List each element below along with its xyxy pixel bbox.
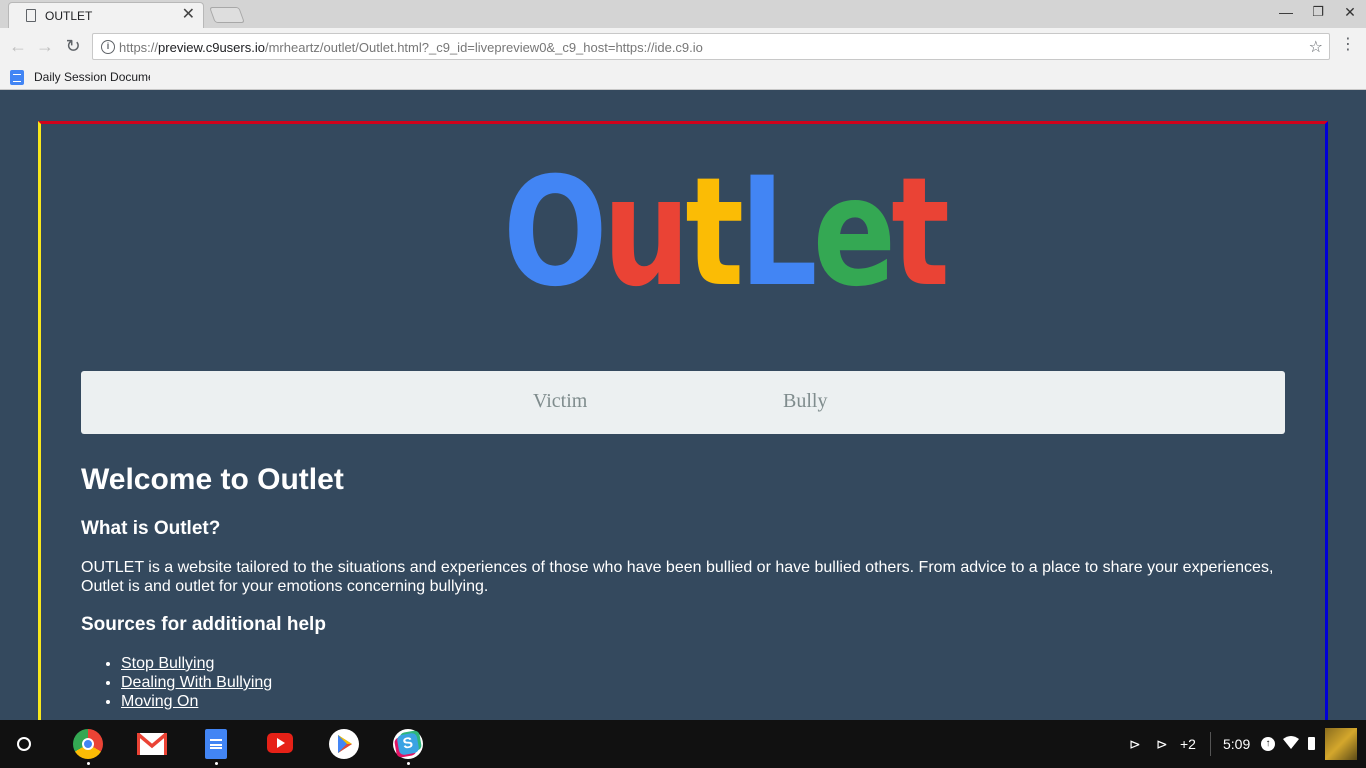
window-close-icon[interactable]: ✕ (1339, 4, 1361, 21)
url-scheme: https:// (119, 40, 159, 55)
nav-bar: Victim Bully (81, 371, 1285, 434)
new-tab-button[interactable] (209, 7, 245, 23)
nav-link-victim[interactable]: Victim (533, 390, 587, 413)
page-title: Welcome to Outlet (81, 463, 344, 496)
logo-letter: u (602, 146, 691, 320)
minimize-icon[interactable]: — (1275, 4, 1297, 20)
tab-close-icon[interactable]: ✕ (182, 6, 195, 24)
url-host: preview.c9users.io (158, 40, 265, 55)
battery-icon[interactable] (1308, 737, 1315, 750)
docs-icon (10, 70, 24, 85)
section-heading-what: What is Outlet? (81, 518, 221, 539)
bookmark-star-icon[interactable]: ☆ (1309, 37, 1323, 57)
link-stop-bullying[interactable]: Stop Bullying (121, 655, 214, 672)
tab-outlet[interactable]: OUTLET ✕ (8, 2, 204, 28)
list-item: Stop Bullying (121, 654, 1285, 673)
bookmarks-bar: Daily Session Document (0, 64, 1366, 90)
nav-link-bully[interactable]: Bully (783, 390, 827, 413)
launcher-icon[interactable] (17, 737, 31, 751)
logo-letter: O (503, 146, 608, 320)
notification-icon[interactable]: ⊳ (1156, 736, 1168, 753)
upload-icon[interactable]: ↑ (1261, 737, 1275, 751)
section-heading-sources: Sources for additional help (81, 614, 326, 635)
running-indicator (215, 762, 218, 765)
docs-icon[interactable] (205, 729, 227, 759)
play-store-icon[interactable] (329, 729, 359, 759)
url-text[interactable]: https://preview.c9users.io/mrheartz/outl… (119, 40, 703, 55)
logo-letter: e (812, 146, 896, 320)
document-icon (26, 9, 36, 22)
sources-list: Stop Bullying Dealing With Bullying Movi… (81, 654, 1285, 711)
reload-icon[interactable]: ↻ (63, 36, 83, 56)
os-shelf: S ⊳ ⊳ +2 5:09 ↑ (0, 720, 1366, 768)
forward-arrow-icon[interactable]: → (35, 36, 55, 56)
list-item: Moving On (121, 692, 1285, 711)
clock[interactable]: 5:09 (1223, 736, 1250, 752)
avatar[interactable] (1325, 728, 1357, 760)
main-content: Welcome to Outlet What is Outlet? OUTLET… (81, 463, 1285, 711)
outlet-logo: OutLet (503, 146, 950, 320)
description-text: OUTLET is a website tailored to the situ… (81, 559, 1274, 595)
cast-icon[interactable]: ⊳ (1129, 736, 1141, 753)
bookmark-label: Daily Session Document (34, 70, 150, 84)
back-arrow-icon[interactable]: ← (8, 36, 28, 56)
slack-icon[interactable]: S (393, 729, 423, 759)
page-viewport: OutLet Victim Bully Welcome to Outlet Wh… (0, 91, 1366, 720)
chrome-icon[interactable] (73, 729, 103, 759)
tab-title: OUTLET (45, 9, 93, 23)
gmail-icon[interactable] (137, 733, 167, 755)
menu-kebab-icon[interactable]: ⋮ (1340, 34, 1356, 54)
link-moving-on[interactable]: Moving On (121, 693, 198, 710)
browser-toolbar: ← → ↻ i https://preview.c9users.io/mrhea… (0, 28, 1366, 64)
url-path: /mrheartz/outlet/Outlet.html?_c9_id=live… (264, 40, 703, 55)
tab-strip: OUTLET ✕ — ❐ ✕ (0, 0, 1366, 28)
link-dealing-with-bullying[interactable]: Dealing With Bullying (121, 674, 272, 691)
logo-letter: t (685, 146, 744, 320)
restore-icon[interactable]: ❐ (1307, 4, 1329, 20)
notification-count[interactable]: +2 (1180, 736, 1196, 752)
wifi-icon[interactable] (1283, 735, 1299, 752)
info-icon[interactable]: i (101, 40, 115, 54)
running-indicator (87, 762, 90, 765)
address-bar[interactable]: i https://preview.c9users.io/mrheartz/ou… (92, 33, 1330, 60)
running-indicator (407, 762, 410, 765)
tray-divider (1210, 732, 1211, 756)
youtube-icon[interactable] (267, 733, 293, 753)
list-item: Dealing With Bullying (121, 673, 1285, 692)
logo-letter: t (891, 146, 950, 320)
logo-letter: L (739, 146, 817, 320)
